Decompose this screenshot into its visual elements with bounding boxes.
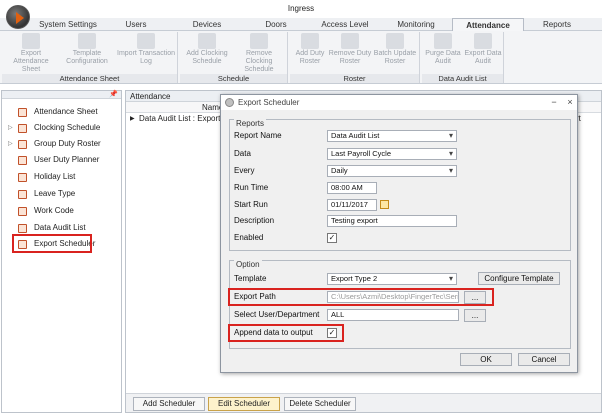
sidebar: 📌 Attendance Sheet ▷ Clocking Schedule ▷… [1, 90, 122, 413]
select-user-input[interactable]: ALL [327, 309, 459, 321]
ribbon-group-label: Roster [290, 74, 419, 83]
report-name-select[interactable]: Data Audit List [327, 130, 457, 142]
bottom-toolbar: Add Scheduler Edit Scheduler Delete Sche… [126, 393, 601, 412]
start-run-input[interactable]: 01/11/2017 [327, 199, 377, 211]
tab-access-level[interactable]: Access Level [310, 18, 380, 31]
data-select[interactable]: Last Payroll Cycle [327, 148, 457, 160]
tab-attendance[interactable]: Attendance [452, 18, 524, 32]
ribbon-group-schedule: Add Clocking Schedule Remove Clocking Sc… [180, 32, 288, 83]
enabled-checkbox[interactable]: ✓ [327, 233, 337, 243]
expand-arrow-icon[interactable]: ▶ [130, 113, 135, 125]
every-select[interactable]: Daily [327, 165, 457, 177]
batch-update-roster-button[interactable]: Batch Update Roster [372, 33, 418, 74]
tab-doors[interactable]: Doors [246, 18, 306, 31]
leave-icon [18, 190, 27, 199]
remove-clocking-schedule-button[interactable]: Remove Clocking Schedule [232, 33, 286, 74]
dialog-title-bar: Export Scheduler − × [221, 95, 577, 110]
export-scheduler-dialog: Export Scheduler − × Reports Report Name… [220, 94, 578, 373]
dialog-title: Export Scheduler [238, 98, 300, 107]
work-code-icon [18, 207, 27, 216]
window-title: Ingress [0, 0, 602, 18]
add-schedule-icon [198, 33, 216, 49]
start-run-label: Start Run [234, 200, 268, 209]
run-time-label: Run Time [234, 183, 269, 192]
template-label: Template [234, 274, 267, 283]
add-scheduler-button[interactable]: Add Scheduler [133, 397, 205, 411]
configure-template-button[interactable]: Configure Template [478, 272, 560, 285]
ribbon-group-roster: Add Duty Roster Remove Duty Roster Batch… [290, 32, 420, 83]
select-user-label: Select User/Department [234, 310, 320, 319]
remove-schedule-icon [250, 33, 268, 49]
broom-icon [434, 33, 452, 49]
remove-roster-icon [341, 33, 359, 49]
expand-arrow-icon[interactable]: ▷ [8, 137, 16, 151]
highlight-box [12, 234, 92, 253]
ribbon-group-label: Attendance Sheet [2, 74, 177, 83]
template-config-icon [78, 33, 96, 49]
delete-scheduler-button[interactable]: Delete Scheduler [284, 397, 356, 411]
expand-arrow-icon[interactable]: ▷ [8, 121, 16, 135]
roster-icon [18, 140, 27, 149]
minimize-icon[interactable]: − [549, 95, 559, 110]
planner-icon [18, 156, 27, 165]
calendar-icon[interactable] [380, 200, 389, 209]
ribbon-group-label: Data Audit List [422, 74, 503, 83]
add-clocking-schedule-button[interactable]: Add Clocking Schedule [182, 33, 232, 74]
ribbon-group-attendance-sheet: Export Attendance Sheet Template Configu… [2, 32, 178, 83]
remove-duty-roster-button[interactable]: Remove Duty Roster [328, 33, 372, 74]
holiday-icon [18, 173, 27, 182]
export-attendance-sheet-button[interactable]: Export Attendance Sheet [4, 33, 58, 74]
schedule-icon [18, 124, 27, 133]
select-user-button[interactable]: ... [464, 309, 486, 322]
tab-reports[interactable]: Reports [526, 18, 588, 31]
close-icon[interactable]: × [565, 95, 575, 110]
export-icon [474, 33, 492, 49]
app-icon [225, 98, 234, 107]
add-roster-icon [301, 33, 319, 49]
description-input[interactable]: Testing export [327, 215, 457, 227]
highlight-box [228, 324, 344, 342]
ribbon-group-data-audit-list: Purge Data Audit Export Data Audit Data … [422, 32, 504, 83]
ribbon: Export Attendance Sheet Template Configu… [0, 31, 602, 84]
tab-devices[interactable]: Devices [176, 18, 238, 31]
audit-icon [18, 224, 27, 233]
enabled-label: Enabled [234, 233, 264, 242]
sidebar-header: 📌 [2, 91, 121, 99]
sheet-icon [18, 108, 27, 117]
refresh-icon [386, 33, 404, 49]
template-configuration-button[interactable]: Template Configuration [60, 33, 114, 74]
row-text: Data Audit List : Export Ty [139, 114, 231, 123]
description-label: Description [234, 216, 275, 225]
purge-data-audit-button[interactable]: Purge Data Audit [424, 33, 462, 74]
import-log-icon [137, 33, 155, 49]
template-select[interactable]: Export Type 2 [327, 273, 457, 285]
reports-group-label: Reports [234, 119, 267, 128]
data-label: Data [234, 149, 251, 158]
highlight-box [228, 288, 494, 306]
sheet-export-icon [22, 33, 40, 49]
every-label: Every [234, 166, 255, 175]
run-time-input[interactable]: 08:00 AM [327, 182, 377, 194]
export-data-audit-button[interactable]: Export Data Audit [464, 33, 502, 74]
report-name-label: Report Name [234, 131, 282, 140]
add-duty-roster-button[interactable]: Add Duty Roster [292, 33, 328, 74]
ribbon-group-label: Schedule [180, 74, 287, 83]
tab-monitoring[interactable]: Monitoring [384, 18, 448, 31]
option-group-label: Option [234, 260, 262, 269]
import-transaction-log-button[interactable]: Import Transaction Log [116, 33, 176, 74]
app-menu-orb-icon[interactable] [6, 5, 30, 29]
edit-scheduler-button[interactable]: Edit Scheduler [208, 397, 280, 411]
cancel-button[interactable]: Cancel [518, 353, 570, 366]
tab-system-settings[interactable]: System Settings [30, 18, 106, 31]
tab-users[interactable]: Users [106, 18, 166, 31]
ok-button[interactable]: OK [460, 353, 512, 366]
main-tabs: System Settings Users Devices Doors Acce… [0, 18, 602, 32]
pin-icon[interactable]: 📌 [109, 90, 118, 98]
